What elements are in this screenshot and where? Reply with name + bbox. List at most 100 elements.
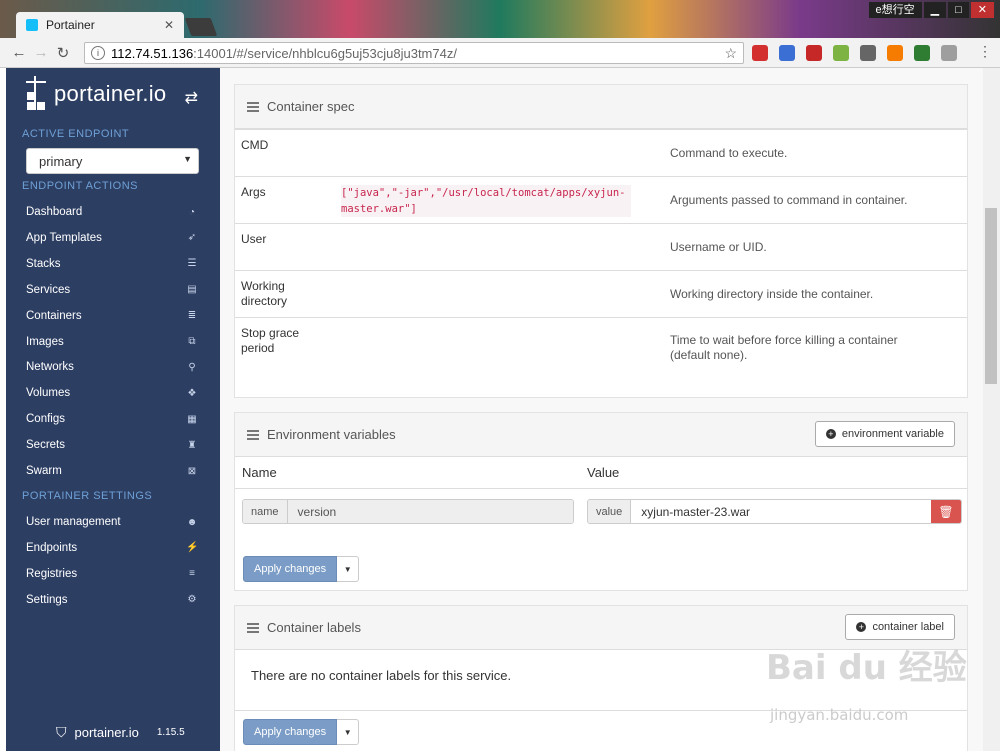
baidu-watermark-url: jingyan.baidu.com <box>770 706 909 724</box>
chevron-down-icon: ▼ <box>183 154 192 164</box>
spec-description: Arguments passed to command in container… <box>670 193 908 207</box>
ext-green-circle-icon[interactable] <box>833 45 849 61</box>
bookmark-star-icon[interactable]: ☆ <box>724 45 737 62</box>
sidebar-item-label: Endpoints <box>26 541 78 554</box>
spec-description: Username or UID. <box>670 240 767 254</box>
tab-close-icon[interactable]: ✕ <box>164 18 174 32</box>
env-col-value: Value <box>587 465 620 480</box>
sidebar-item-label: Registries <box>26 567 78 580</box>
sidebar-item-app-templates[interactable]: App Templates ➶ <box>26 227 198 249</box>
forward-icon[interactable]: → <box>30 44 52 61</box>
container-spec-title: Container spec <box>267 99 355 114</box>
trash-icon[interactable]: 🗑 <box>931 500 961 523</box>
sidebar-item-label: App Templates <box>26 231 102 244</box>
labels-empty-text: There are no container labels for this s… <box>251 668 512 683</box>
back-icon[interactable]: ← <box>8 44 30 61</box>
ext-translate-icon[interactable] <box>779 45 795 61</box>
env-vars-panel: Environment variables + environment vari… <box>234 412 968 591</box>
object-group-icon: ⊠ <box>187 465 197 477</box>
add-env-label: environment variable <box>841 428 944 440</box>
portainer-logo[interactable]: portainer.io <box>24 76 166 112</box>
reload-icon[interactable]: ↻ <box>52 44 74 62</box>
sidebar-item-label: Images <box>26 335 64 348</box>
browser-menu-icon[interactable]: ⋮ <box>978 44 992 58</box>
spec-label: CMD <box>241 138 269 152</box>
list-alt-icon <box>247 101 259 112</box>
sidebar-item-stacks[interactable]: Stacks ☰ <box>26 253 198 275</box>
sidebar-item-label: Secrets <box>26 439 65 452</box>
sidebar-item-endpoints[interactable]: Endpoints ⚡ <box>26 537 198 559</box>
sidebar-item-images[interactable]: Images ⧉ <box>26 331 198 353</box>
env-value-input[interactable]: xyjun-master-23.war <box>631 500 931 523</box>
clone-icon: ⧉ <box>188 336 196 347</box>
sidebar-item-label: Stacks <box>26 257 61 270</box>
sidebar-item-label: Dashboard <box>26 206 83 218</box>
env-value-addon: value <box>588 500 632 523</box>
version-label: 1.15.5 <box>156 727 185 738</box>
add-environment-variable-button[interactable]: + environment variable <box>814 421 955 447</box>
site-info-icon[interactable]: i <box>91 46 105 60</box>
list-icon <box>247 429 259 440</box>
env-col-name: Name <box>242 465 277 480</box>
add-container-label-button[interactable]: + container label <box>845 614 955 640</box>
sidebar-footer: ⛉ portainer.io 1.15.5 <box>56 724 185 741</box>
spec-label: Stop grace period <box>241 326 300 355</box>
labels-apply-changes-button[interactable]: Apply changes <box>243 719 338 745</box>
extension-icons <box>752 45 957 61</box>
list-icon <box>247 622 259 633</box>
sidebar-item-containers[interactable]: Containers ≣ <box>26 305 198 327</box>
logo-text: portainer.io <box>54 81 167 106</box>
address-bar[interactable]: i 112.74.51.136 :14001/#/service/nhblcu6… <box>84 42 744 64</box>
spec-row: User Username or UID. <box>235 223 967 270</box>
sidebar-item-secrets[interactable]: Secrets ♜ <box>26 434 198 456</box>
sidebar-item-label: Configs <box>26 413 65 426</box>
file-code-icon: ▦ <box>187 413 197 425</box>
env-apply-changes-button[interactable]: Apply changes <box>243 556 338 582</box>
close-window-icon[interactable]: ✕ <box>970 2 994 18</box>
ext-gray-icon[interactable] <box>860 45 876 61</box>
endpoint-select-value: primary <box>39 154 83 169</box>
env-name-input: version <box>287 500 573 523</box>
sidebar-item-settings[interactable]: Settings ⚙ <box>26 589 198 611</box>
page-scrollbar[interactable] <box>983 68 1000 751</box>
sidebar-item-networks[interactable]: Networks ⚲ <box>26 356 198 378</box>
env-vars-table-header: Name Value <box>235 457 967 489</box>
maximize-icon[interactable]: □ <box>948 2 969 18</box>
ext-cloud-icon[interactable] <box>941 45 957 61</box>
swap-endpoint-icon[interactable]: ⇄ <box>185 88 198 108</box>
ext-adblock-icon[interactable] <box>806 45 822 61</box>
spec-label: User <box>241 232 267 246</box>
minimize-icon[interactable]: ▁ <box>923 2 947 18</box>
list-alt-icon: ▤ <box>187 284 197 296</box>
sidebar-item-services[interactable]: Services ▤ <box>26 279 198 301</box>
container-spec-panel: Container spec CMD Command to execute. Arg… <box>234 84 968 398</box>
spec-description: Time to wait before force killing a cont… <box>670 333 898 362</box>
scrollbar-thumb[interactable] <box>985 208 997 384</box>
browser-tab[interactable]: Portainer ✕ <box>16 12 184 38</box>
sidebar-item-swarm[interactable]: Swarm ⊠ <box>26 460 198 482</box>
sidebar-item-label: Networks <box>26 361 74 374</box>
ext-green-square-icon[interactable] <box>914 45 930 61</box>
new-tab-button[interactable] <box>184 18 218 36</box>
list-icon: ☰ <box>187 258 197 270</box>
sidebar-item-configs[interactable]: Configs ▦ <box>26 408 198 430</box>
endpoint-select[interactable]: primary ▼ <box>26 148 199 174</box>
browser-toolbar: ← → ↻ i 112.74.51.136 :14001/#/service/n… <box>0 38 1000 68</box>
container-spec-header: Container spec <box>235 85 967 129</box>
sidebar-item-dashboard[interactable]: Dashboard ◔ <box>26 201 198 223</box>
sidebar-item-volumes[interactable]: Volumes ❖ <box>26 382 198 404</box>
spec-row: Working directory Working directory insid… <box>235 270 967 317</box>
plus-circle-icon: + <box>856 622 867 632</box>
sidebar-item-user-management[interactable]: User management ☻ <box>26 511 198 533</box>
sidebar: portainer.io ⇄ ACTIVE ENDPOINT primary ▼… <box>6 68 220 751</box>
env-apply-caret-icon[interactable]: ▼ <box>337 556 360 582</box>
add-label-label: container label <box>872 621 944 633</box>
ext-red-icon[interactable] <box>752 45 768 61</box>
plus-circle-icon: + <box>825 429 836 439</box>
sidebar-item-registries[interactable]: Registries ≡ <box>26 563 198 585</box>
labels-apply-caret-icon[interactable]: ▼ <box>337 719 360 745</box>
rocket-icon: ➶ <box>187 232 197 244</box>
env-name-field: name version <box>242 499 574 524</box>
env-name-addon: name <box>243 500 288 523</box>
ext-orange-icon[interactable] <box>887 45 903 61</box>
